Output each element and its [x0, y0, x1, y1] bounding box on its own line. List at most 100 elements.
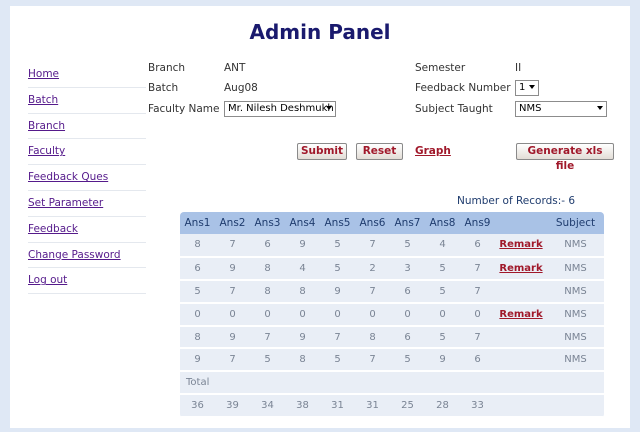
table-cell: 7 — [355, 234, 390, 258]
chevron-down-icon — [597, 106, 603, 110]
feedback-number-label: Feedback Number — [415, 82, 511, 94]
table-cell: 8 — [250, 279, 285, 304]
table-cell: 7 — [460, 325, 495, 350]
total-cell: 36 — [180, 394, 215, 419]
sidebar-item-branch[interactable]: Branch — [28, 114, 146, 140]
remark-cell: Remark — [495, 234, 547, 258]
table-row: 6 9 8 4 5 2 3 5 7 Remark NMS — [180, 256, 604, 281]
table-cell: 5 — [320, 234, 355, 258]
table-cell: 0 — [285, 302, 320, 327]
table-row: 5 7 8 8 9 7 6 5 7 NMS — [180, 279, 604, 304]
table-cell: 8 — [180, 325, 215, 350]
table-cell: 9 — [425, 348, 460, 373]
table-cell: 4 — [425, 234, 460, 258]
remark-link[interactable]: Remark — [499, 263, 542, 274]
submit-button[interactable]: Submit — [297, 143, 347, 160]
semester-value: II — [515, 62, 522, 74]
table-cell: 5 — [180, 279, 215, 304]
sidebar-item-log-out[interactable]: Log out — [28, 268, 146, 295]
remark-cell — [495, 348, 547, 373]
table-cell: 6 — [250, 234, 285, 258]
column-header-subject: Subject — [547, 212, 604, 234]
table-cell: 3 — [390, 256, 425, 281]
reset-button[interactable]: Reset — [356, 143, 403, 160]
table-cell: 6 — [460, 234, 495, 258]
page-title: Admin Panel — [249, 20, 391, 44]
table-row: 0 0 0 0 0 0 0 0 0 Remark NMS — [180, 302, 604, 327]
total-cell-empty — [495, 394, 547, 419]
table-cell: 0 — [320, 302, 355, 327]
chevron-down-icon — [529, 85, 535, 89]
table-cell: 0 — [355, 302, 390, 327]
feedback-number-select[interactable]: 1 — [515, 80, 539, 96]
total-cell: 38 — [285, 394, 320, 419]
sidebar-item-home[interactable]: Home — [28, 62, 146, 88]
table-cell: 4 — [285, 256, 320, 281]
column-header-ans7: Ans7 — [390, 212, 425, 234]
column-header-ans9: Ans9 — [460, 212, 495, 234]
table-cell: 9 — [180, 348, 215, 373]
table-cell: 5 — [425, 256, 460, 281]
graph-link[interactable]: Graph — [415, 145, 451, 157]
table-cell: 0 — [390, 302, 425, 327]
total-label: Total — [180, 371, 604, 396]
sidebar: Home Batch Branch Faculty Feedback Ques … — [28, 62, 146, 295]
sidebar-item-feedback[interactable]: Feedback — [28, 217, 146, 243]
remark-cell: Remark — [495, 302, 547, 327]
table-cell: 7 — [355, 279, 390, 304]
table-cell: 7 — [355, 348, 390, 373]
table-cell: 5 — [425, 325, 460, 350]
column-header-ans6: Ans6 — [355, 212, 390, 234]
table-row: 9 7 5 8 5 7 5 9 6 NMS — [180, 348, 604, 373]
table-cell: 5 — [390, 234, 425, 258]
column-header-remark — [495, 212, 547, 234]
table-cell: 6 — [180, 256, 215, 281]
subject-taught-select[interactable]: NMS — [515, 101, 607, 117]
table-cell: 0 — [180, 302, 215, 327]
table-cell: 5 — [390, 348, 425, 373]
remark-cell — [495, 325, 547, 350]
table-cell: 8 — [180, 234, 215, 258]
total-cell: 31 — [355, 394, 390, 419]
table-cell: 6 — [460, 348, 495, 373]
totals-row: 36 39 34 38 31 31 25 28 33 — [180, 394, 604, 419]
sidebar-item-batch[interactable]: Batch — [28, 88, 146, 114]
table-cell: 9 — [320, 279, 355, 304]
chevron-down-icon — [326, 106, 332, 110]
sidebar-item-set-parameter[interactable]: Set Parameter — [28, 191, 146, 217]
total-cell: 28 — [425, 394, 460, 419]
table-cell: 6 — [390, 279, 425, 304]
table-cell: 0 — [460, 302, 495, 327]
generate-xls-button[interactable]: Generate xls file — [516, 143, 614, 172]
total-cell: 34 — [250, 394, 285, 419]
remark-link[interactable]: Remark — [499, 309, 542, 320]
total-cell: 25 — [390, 394, 425, 419]
feedback-number-selected: 1 — [519, 82, 526, 93]
table-cell: 7 — [250, 325, 285, 350]
subject-cell: NMS — [547, 256, 604, 281]
sidebar-item-feedback-ques[interactable]: Feedback Ques — [28, 165, 146, 191]
remark-link[interactable]: Remark — [499, 239, 542, 250]
table-cell: 5 — [320, 256, 355, 281]
sidebar-item-change-password[interactable]: Change Password — [28, 243, 146, 269]
table-cell: 9 — [285, 234, 320, 258]
total-label-row: Total — [180, 371, 604, 396]
table-cell: 0 — [425, 302, 460, 327]
column-header-ans8: Ans8 — [425, 212, 460, 234]
page-frame: Admin Panel Home Batch Branch Faculty Fe… — [10, 6, 630, 428]
table-cell: 8 — [355, 325, 390, 350]
total-cell: 39 — [215, 394, 250, 419]
table-cell: 5 — [320, 348, 355, 373]
feedback-table: Ans1 Ans2 Ans3 Ans4 Ans5 Ans6 Ans7 Ans8 … — [180, 212, 604, 419]
table-cell: 6 — [390, 325, 425, 350]
table-cell: 9 — [215, 325, 250, 350]
subject-taught-selected: NMS — [519, 103, 542, 114]
subject-cell: NMS — [547, 234, 604, 258]
table-cell: 7 — [215, 348, 250, 373]
sidebar-item-faculty[interactable]: Faculty — [28, 139, 146, 166]
faculty-name-select[interactable]: Mr. Nilesh Deshmukh — [224, 101, 336, 117]
table-cell: 7 — [460, 256, 495, 281]
faculty-name-label: Faculty Name — [148, 103, 220, 115]
column-header-ans4: Ans4 — [285, 212, 320, 234]
semester-label: Semester — [415, 62, 466, 74]
